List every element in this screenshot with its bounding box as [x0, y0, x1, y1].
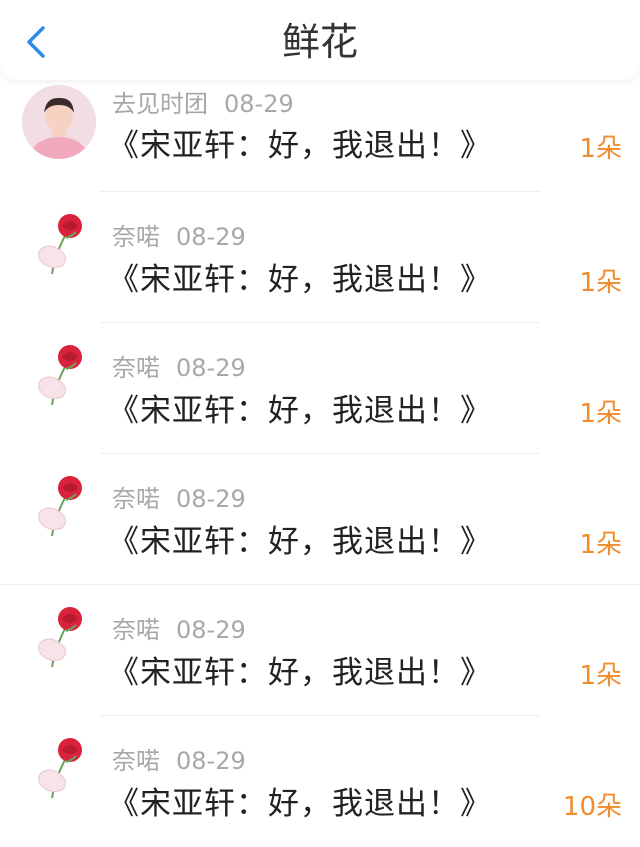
flower-count: 1朵 — [579, 268, 622, 298]
sender-name: 奈喏 — [112, 354, 160, 382]
message-text: 《宋亚轩：好，我退出！》 — [108, 655, 492, 691]
list-item[interactable]: 奈喏 08-29 《宋亚轩：好，我退出！》 1朵 — [0, 585, 640, 716]
sender-name: 奈喏 — [112, 747, 160, 775]
flower-count: 1朵 — [579, 530, 622, 560]
list-item[interactable]: 奈喏 08-29 《宋亚轩：好，我退出！》 1朵 — [0, 454, 640, 585]
avatar[interactable] — [22, 85, 96, 159]
page-title: 鲜花 — [281, 20, 358, 64]
date-label: 08-29 — [176, 485, 246, 513]
date-label: 08-29 — [176, 616, 246, 644]
item-meta: 奈喏 08-29 — [112, 610, 246, 645]
item-meta: 奈喏 08-29 — [112, 217, 246, 252]
rose-icon — [38, 738, 82, 799]
date-label: 08-29 — [176, 747, 246, 775]
flower-count: 1朵 — [579, 399, 622, 429]
sender-name: 奈喏 — [112, 485, 160, 513]
message-text: 《宋亚轩：好，我退出！》 — [108, 128, 492, 164]
avatar[interactable] — [22, 466, 96, 540]
avatar[interactable] — [22, 597, 96, 671]
item-meta: 奈喏 08-29 — [112, 479, 246, 514]
item-meta: 去见时团 08-29 — [112, 84, 294, 119]
rose-icon — [38, 476, 82, 537]
flower-count: 10朵 — [562, 792, 622, 822]
list-item[interactable]: 奈喏 08-29 《宋亚轩：好，我退出！》 1朵 — [0, 323, 640, 454]
message-text: 《宋亚轩：好，我退出！》 — [108, 786, 492, 822]
rose-icon — [38, 607, 82, 668]
item-meta: 奈喏 08-29 — [112, 348, 246, 383]
rose-icon — [38, 214, 82, 275]
message-text: 《宋亚轩：好，我退出！》 — [108, 524, 492, 560]
flower-list: 去见时团 08-29 《宋亚轩：好，我退出！》 1朵 奈喏 08-29 《宋亚轩… — [0, 80, 640, 847]
top-bar: 鲜花 — [0, 0, 640, 80]
avatar[interactable] — [22, 204, 96, 278]
message-text: 《宋亚轩：好，我退出！》 — [108, 262, 492, 298]
sender-name: 奈喏 — [112, 616, 160, 644]
list-item[interactable]: 奈喏 08-29 《宋亚轩：好，我退出！》 1朵 — [0, 192, 640, 323]
rose-icon — [38, 345, 82, 406]
list-item[interactable]: 去见时团 08-29 《宋亚轩：好，我退出！》 1朵 — [0, 80, 640, 192]
avatar[interactable] — [22, 335, 96, 409]
item-meta: 奈喏 08-29 — [112, 741, 246, 776]
list-item[interactable]: 奈喏 08-29 《宋亚轩：好，我退出！》 10朵 — [0, 716, 640, 847]
date-label: 08-29 — [224, 90, 294, 118]
flower-count: 1朵 — [579, 661, 622, 691]
date-label: 08-29 — [176, 223, 246, 251]
sender-name: 奈喏 — [112, 223, 160, 251]
flower-count: 1朵 — [579, 134, 622, 164]
sender-name: 去见时团 — [112, 90, 208, 118]
user-photo-icon — [22, 85, 96, 159]
message-text: 《宋亚轩：好，我退出！》 — [108, 393, 492, 429]
date-label: 08-29 — [176, 354, 246, 382]
avatar[interactable] — [22, 728, 96, 802]
